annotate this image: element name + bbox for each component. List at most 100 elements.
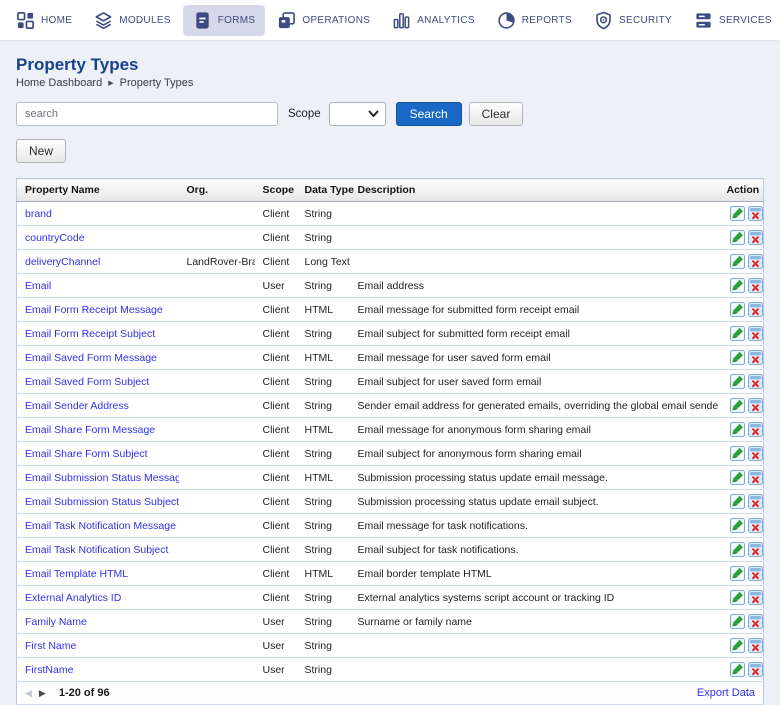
- scope-select[interactable]: [328, 102, 386, 126]
- nav-item-modules[interactable]: MODULES: [84, 5, 181, 36]
- delete-button[interactable]: [747, 518, 763, 533]
- clear-button[interactable]: Clear: [468, 102, 524, 126]
- delete-button[interactable]: [747, 350, 763, 365]
- delete-button[interactable]: [747, 398, 763, 413]
- nav-item-operations[interactable]: OPERATIONS: [267, 5, 380, 36]
- nav-item-label: MODULES: [119, 14, 171, 26]
- edit-button[interactable]: [729, 398, 745, 413]
- scope-cell: User: [254, 657, 297, 682]
- edit-button[interactable]: [729, 590, 745, 605]
- edit-button[interactable]: [729, 662, 745, 677]
- property-name-link[interactable]: Email: [25, 280, 51, 292]
- scope-cell: Client: [254, 417, 297, 442]
- delete-button[interactable]: [747, 326, 763, 341]
- edit-button[interactable]: [729, 638, 745, 653]
- column-header-org[interactable]: Org.: [178, 178, 255, 202]
- data-type-cell: HTML: [296, 561, 350, 586]
- edit-button[interactable]: [729, 254, 745, 269]
- edit-button[interactable]: [729, 230, 745, 245]
- org-cell: [178, 369, 255, 394]
- search-toolbar: Scope Search Clear: [16, 102, 764, 126]
- delete-button[interactable]: [747, 614, 763, 629]
- edit-button[interactable]: [729, 302, 745, 317]
- property-name-link[interactable]: Email Form Receipt Message: [25, 304, 163, 316]
- breadcrumb-current: Property Types: [119, 77, 194, 89]
- property-name-link[interactable]: Email Saved Form Subject: [25, 376, 149, 388]
- scope-cell: User: [254, 273, 297, 298]
- modules-layers-icon: [94, 11, 113, 30]
- column-header-scope[interactable]: Scope: [254, 178, 297, 202]
- delete-button[interactable]: [747, 662, 763, 677]
- property-name-link[interactable]: First Name: [25, 640, 76, 652]
- edit-button[interactable]: [729, 446, 745, 461]
- delete-button[interactable]: [747, 278, 763, 293]
- property-name-link[interactable]: Email Task Notification Message: [25, 520, 176, 532]
- table-row: brand Client String: [16, 201, 764, 226]
- property-name-link[interactable]: Email Sender Address: [25, 400, 129, 412]
- property-name-link[interactable]: Email Form Receipt Subject: [25, 328, 155, 340]
- security-shield-icon: [594, 11, 613, 30]
- property-name-link[interactable]: countryCode: [25, 232, 85, 244]
- property-name-link[interactable]: Email Template HTML: [25, 568, 128, 580]
- column-header-property-name[interactable]: Property Name: [16, 178, 179, 202]
- property-name-link[interactable]: Email Share Form Message: [25, 424, 155, 436]
- delete-button[interactable]: [747, 206, 763, 221]
- edit-button[interactable]: [729, 470, 745, 485]
- edit-button[interactable]: [729, 350, 745, 365]
- delete-button[interactable]: [747, 374, 763, 389]
- delete-button[interactable]: [747, 422, 763, 437]
- delete-button[interactable]: [747, 230, 763, 245]
- delete-button[interactable]: [747, 566, 763, 581]
- delete-button[interactable]: [747, 470, 763, 485]
- property-name-link[interactable]: Email Saved Form Message: [25, 352, 157, 364]
- edit-button[interactable]: [729, 374, 745, 389]
- column-header-data-type[interactable]: Data Type: [296, 178, 354, 202]
- pagination-next-button[interactable]: ▶: [39, 688, 46, 699]
- description-cell: [349, 225, 719, 250]
- delete-button[interactable]: [747, 542, 763, 557]
- edit-button[interactable]: [729, 566, 745, 581]
- delete-button[interactable]: [747, 254, 763, 269]
- edit-button[interactable]: [729, 494, 745, 509]
- new-button[interactable]: New: [16, 139, 67, 163]
- export-data-link[interactable]: Export Data: [697, 687, 755, 699]
- property-name-link[interactable]: FirstName: [25, 664, 73, 676]
- nav-item-services[interactable]: SERVICES: [684, 5, 780, 36]
- edit-button[interactable]: [729, 422, 745, 437]
- property-name-link[interactable]: Email Task Notification Subject: [25, 544, 168, 556]
- edit-button[interactable]: [729, 518, 745, 533]
- property-name-link[interactable]: Family Name: [25, 616, 87, 628]
- property-name-link[interactable]: deliveryChannel: [25, 256, 100, 268]
- delete-button[interactable]: [747, 638, 763, 653]
- org-cell: [178, 633, 255, 658]
- edit-button[interactable]: [729, 206, 745, 221]
- property-name-link[interactable]: External Analytics ID: [25, 592, 121, 604]
- nav-item-forms[interactable]: FORMS: [182, 4, 266, 36]
- delete-button[interactable]: [747, 446, 763, 461]
- property-name-link[interactable]: Email Submission Status Subject: [25, 496, 179, 508]
- nav-item-home[interactable]: HOME: [6, 5, 82, 36]
- property-name-link[interactable]: Email Submission Status Message: [25, 472, 179, 484]
- delete-button[interactable]: [747, 590, 763, 605]
- property-name-link[interactable]: Email Share Form Subject: [25, 448, 148, 460]
- edit-button[interactable]: [729, 614, 745, 629]
- column-header-description[interactable]: Description: [349, 178, 719, 202]
- pagination-prev-button[interactable]: ◀: [25, 688, 32, 699]
- nav-item-reports[interactable]: REPORTS: [487, 5, 582, 36]
- search-input[interactable]: [16, 102, 278, 126]
- edit-button[interactable]: [729, 326, 745, 341]
- delete-button[interactable]: [747, 302, 763, 317]
- edit-button[interactable]: [729, 278, 745, 293]
- nav-item-security[interactable]: SECURITY: [584, 5, 682, 36]
- search-button[interactable]: Search: [395, 102, 462, 126]
- delete-button[interactable]: [747, 494, 763, 509]
- edit-button[interactable]: [729, 542, 745, 557]
- scope-cell: Client: [254, 585, 297, 610]
- data-type-cell: String: [296, 441, 350, 466]
- org-cell: [178, 513, 255, 538]
- scope-cell: Client: [254, 345, 297, 370]
- breadcrumb-home-link[interactable]: Home Dashboard: [16, 77, 102, 89]
- data-type-cell: HTML: [296, 345, 350, 370]
- nav-item-analytics[interactable]: ANALYTICS: [382, 5, 485, 36]
- property-name-link[interactable]: brand: [25, 208, 52, 220]
